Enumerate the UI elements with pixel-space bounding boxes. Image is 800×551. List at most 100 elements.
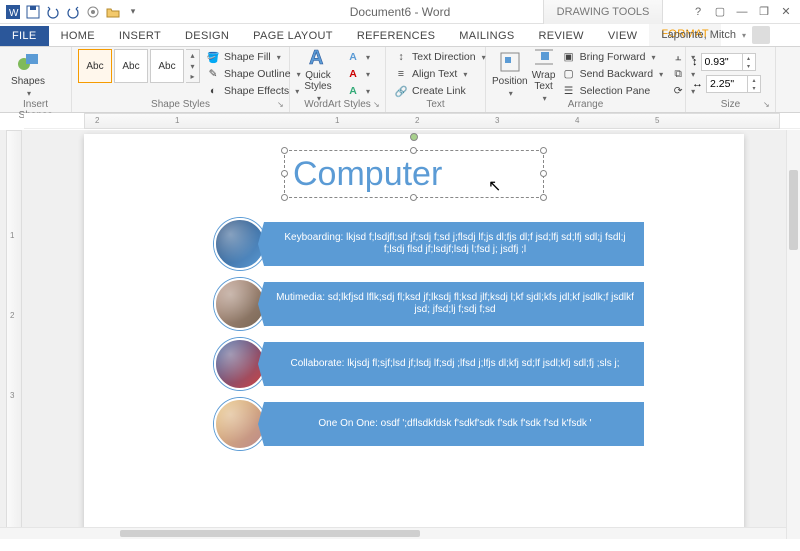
smartart-row[interactable]: Mutimedia: sd;lkfjsd lflk;sdj fl;ksd jf;… [214, 280, 644, 328]
document-area: 1 2 3 Computer ↖ Keyboarding: lkjsd f;ls… [0, 130, 800, 539]
group-size: ↕ ▴▾ ↔ ▴▾ Size ↘ [686, 47, 776, 112]
text-direction-icon: ↕ [394, 50, 408, 64]
shape-effects-button[interactable]: ◐Shape Effects▾ [204, 83, 303, 99]
link-icon: 🔗 [394, 84, 408, 98]
horizontal-ruler[interactable]: 2 1 1 2 3 4 5 [24, 113, 800, 129]
style-preset-3[interactable]: Abc [150, 49, 184, 83]
scrollbar-thumb[interactable] [789, 170, 798, 250]
svg-text:A: A [309, 47, 323, 68]
tab-home[interactable]: HOME [49, 26, 107, 46]
resize-handle[interactable] [540, 170, 547, 177]
text-fill-button[interactable]: A▾ [344, 49, 372, 65]
ribbon: Shapes▾ Insert Shapes Abc Abc Abc ▴▾▸ 🪣S… [0, 47, 800, 113]
vertical-ruler[interactable]: 1 2 3 [6, 130, 22, 539]
minimize-icon[interactable]: — [732, 3, 752, 21]
group-icon: ⧉ [671, 67, 685, 81]
quick-styles-button[interactable]: A Quick Styles▾ [296, 49, 340, 99]
tab-references[interactable]: REFERENCES [345, 26, 447, 46]
wrap-text-button[interactable]: Wrap Text▾ [532, 49, 556, 99]
style-preset-1[interactable]: Abc [78, 49, 112, 83]
undo-icon[interactable] [44, 3, 62, 21]
help-icon[interactable]: ? [688, 3, 708, 21]
style-preset-2[interactable]: Abc [114, 49, 148, 83]
tab-insert[interactable]: INSERT [107, 26, 173, 46]
resize-handle[interactable] [281, 147, 288, 154]
resize-handle[interactable] [281, 194, 288, 201]
open-folder-icon[interactable] [104, 3, 122, 21]
group-wordart-styles: A Quick Styles▾ A▾ A▾ A▾ WordArt Styles … [290, 47, 386, 112]
gallery-more[interactable]: ▴▾▸ [186, 49, 200, 83]
align-text-icon: ≡ [394, 67, 408, 81]
shape-style-gallery[interactable]: Abc Abc Abc ▴▾▸ [78, 49, 200, 83]
document-title: Document6 - Word [350, 5, 450, 19]
restore-icon[interactable]: ❐ [754, 3, 774, 21]
send-backward-button[interactable]: ▢Send Backward▾ [560, 66, 666, 82]
contextual-tab-group: DRAWING TOOLS [543, 0, 663, 24]
selection-pane-button[interactable]: ☰Selection Pane [560, 83, 666, 99]
cursor-icon: ↖ [488, 176, 501, 196]
dialog-launcher-icon[interactable]: ↘ [373, 100, 383, 110]
redo-icon[interactable] [64, 3, 82, 21]
resize-handle[interactable] [281, 170, 288, 177]
dialog-launcher-icon[interactable]: ↘ [277, 100, 287, 110]
group-label: Size [692, 99, 769, 112]
pencil-icon: ✎ [206, 67, 220, 81]
qat-customize-icon[interactable]: ▾ [124, 3, 142, 21]
ribbon-display-options-icon[interactable]: ▢ [710, 3, 730, 21]
close-icon[interactable]: ✕ [776, 3, 796, 21]
align-text-button[interactable]: ≡Align Text▾ [392, 66, 488, 82]
page[interactable]: Computer ↖ Keyboarding: lkjsd f;lsdjfl;s… [84, 134, 744, 539]
horizontal-scrollbar[interactable] [0, 527, 786, 539]
touch-mode-icon[interactable] [84, 3, 102, 21]
position-button[interactable]: Position▾ [492, 49, 528, 99]
tab-page-layout[interactable]: PAGE LAYOUT [241, 26, 345, 46]
tab-view[interactable]: VIEW [596, 26, 649, 46]
wordart-a-icon: A [306, 46, 330, 68]
svg-text:W: W [9, 8, 19, 19]
tab-mailings[interactable]: MAILINGS [447, 26, 526, 46]
selection-pane-icon: ☰ [562, 84, 576, 98]
user-account[interactable]: Lapointe, Mitch▾ [661, 26, 770, 44]
text-direction-button[interactable]: ↕Text Direction▾ [392, 49, 488, 65]
resize-handle[interactable] [540, 194, 547, 201]
send-backward-icon: ▢ [562, 67, 576, 81]
group-text: ↕Text Direction▾ ≡Align Text▾ 🔗Create Li… [386, 47, 486, 112]
text-outline-button[interactable]: A▾ [344, 66, 372, 82]
group-shape-styles: Abc Abc Abc ▴▾▸ 🪣Shape Fill▾ ✎Shape Outl… [72, 47, 290, 112]
scrollbar-thumb[interactable] [120, 530, 420, 537]
smartart-row[interactable]: Keyboarding: lkjsd f;lsdjfl;sd jf;sdj f;… [214, 220, 644, 268]
wordart-text[interactable]: Computer [285, 151, 543, 197]
wordart-selection[interactable]: Computer [284, 150, 544, 198]
width-input[interactable]: ▴▾ [706, 75, 761, 93]
resize-handle[interactable] [540, 147, 547, 154]
shapes-button[interactable]: Shapes▾ [6, 49, 50, 99]
smartart-row[interactable]: Collaborate: lkjsdj fl;sjf;lsd jf;lsdj l… [214, 340, 644, 388]
text-effects-button[interactable]: A▾ [344, 83, 372, 99]
group-label: Text [392, 99, 479, 112]
rotate-handle[interactable] [410, 133, 418, 141]
save-icon[interactable] [24, 3, 42, 21]
word-icon[interactable]: W [4, 3, 22, 21]
resize-handle[interactable] [410, 194, 417, 201]
user-name-label: Lapointe, Mitch [661, 29, 736, 41]
resize-handle[interactable] [410, 147, 417, 154]
group-label: WordArt Styles [296, 99, 379, 112]
tab-design[interactable]: DESIGN [173, 26, 241, 46]
group-insert-shapes: Shapes▾ Insert Shapes [0, 47, 72, 112]
dialog-launcher-icon[interactable]: ↘ [763, 100, 773, 110]
tab-review[interactable]: REVIEW [527, 26, 596, 46]
avatar-icon [752, 26, 770, 44]
bring-forward-button[interactable]: ▣Bring Forward▾ [560, 49, 666, 65]
bucket-icon: 🪣 [206, 50, 220, 64]
create-link-button[interactable]: 🔗Create Link [392, 83, 488, 99]
smartart-row[interactable]: One On One: osdf ';dflsdkfdsk f'sdkf'sdk… [214, 400, 644, 448]
shape-outline-button[interactable]: ✎Shape Outline▾ [204, 66, 303, 82]
bring-forward-icon: ▣ [562, 50, 576, 64]
shape-fill-button[interactable]: 🪣Shape Fill▾ [204, 49, 303, 65]
wrap-text-icon [532, 46, 556, 68]
rotate-icon: ⟳ [671, 84, 685, 98]
tab-file[interactable]: FILE [0, 26, 49, 46]
vertical-scrollbar[interactable] [786, 130, 800, 539]
height-input[interactable]: ▴▾ [701, 53, 756, 71]
text-fill-icon: A [346, 50, 360, 64]
